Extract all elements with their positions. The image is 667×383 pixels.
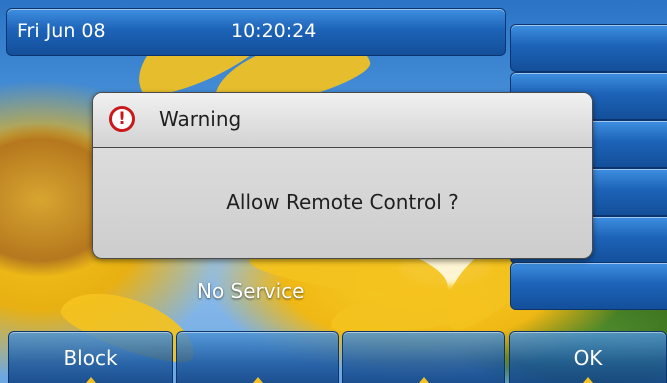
dialog-title: Warning	[159, 107, 242, 131]
status-bar: Fri Jun 08 10:20:24	[6, 8, 506, 56]
warning-dialog: ! Warning Allow Remote Control ?	[92, 92, 593, 259]
softkey-2[interactable]	[176, 331, 339, 383]
warning-icon: !	[109, 106, 135, 132]
softkey-3[interactable]	[342, 331, 505, 383]
softkey-arrow-icon	[85, 377, 96, 383]
softkey-block[interactable]: Block	[8, 331, 173, 383]
status-time: 10:20:24	[231, 20, 317, 42]
softkey-arrow-icon	[583, 377, 593, 383]
softkey-ok-label: OK	[573, 345, 603, 370]
dialog-header: ! Warning	[93, 93, 592, 148]
softkey-arrow-icon	[252, 377, 263, 383]
no-service-status: No Service	[197, 279, 305, 303]
status-date: Fri Jun 08	[17, 20, 106, 42]
line-key-6[interactable]	[510, 262, 667, 310]
dialog-message: Allow Remote Control ?	[226, 190, 459, 214]
line-key-1[interactable]	[510, 24, 667, 72]
softkey-arrow-icon	[418, 377, 429, 383]
softkey-ok[interactable]: OK	[509, 331, 667, 383]
softkey-block-label: Block	[63, 345, 118, 370]
